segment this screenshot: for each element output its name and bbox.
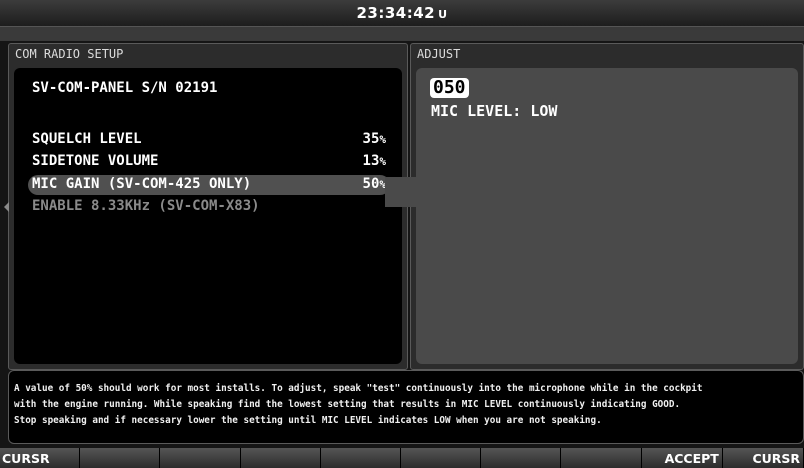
softkey-4[interactable] bbox=[240, 448, 321, 468]
setting-squelch-level[interactable]: SQUELCH LEVEL 35% bbox=[28, 130, 390, 150]
help-line: with the engine running. While speaking … bbox=[14, 399, 681, 410]
setting-label: SQUELCH LEVEL bbox=[32, 131, 142, 147]
setting-value: 50% bbox=[362, 176, 386, 192]
softkey-accept[interactable]: ACCEPT bbox=[641, 448, 723, 468]
status-bar: 23:34:42 U bbox=[0, 0, 804, 27]
serial-number: SV-COM-PANEL S/N 02191 bbox=[32, 80, 218, 96]
softkey-5[interactable] bbox=[320, 448, 402, 468]
selection-pointer-icon bbox=[4, 202, 9, 212]
clock-suffix: U bbox=[438, 8, 448, 21]
clock-time: 23:34:42 bbox=[356, 4, 436, 22]
adjust-panel: ADJUST 050 MIC LEVEL: LOW bbox=[410, 43, 804, 370]
softkey-bar: CURSR ACCEPT CURSR bbox=[0, 448, 804, 468]
panel-title: ADJUST bbox=[417, 47, 461, 61]
softkey-6[interactable] bbox=[401, 448, 482, 468]
softkey-2[interactable] bbox=[80, 448, 161, 468]
softkey-7[interactable] bbox=[481, 448, 562, 468]
setting-enable-833khz[interactable]: ENABLE 8.33KHz (SV-COM-X83) bbox=[28, 197, 390, 217]
mic-level-status: MIC LEVEL: LOW bbox=[431, 102, 558, 120]
setting-value: 13% bbox=[362, 153, 386, 169]
adjust-value[interactable]: 050 bbox=[430, 78, 469, 98]
setting-mic-gain[interactable]: MIC GAIN (SV-COM-425 ONLY) 50% bbox=[28, 175, 390, 195]
help-text-box: A value of 50% should work for most inst… bbox=[8, 370, 804, 444]
clock: 23:34:42 U bbox=[356, 4, 447, 22]
setting-label: SIDETONE VOLUME bbox=[32, 153, 159, 169]
adjust-area: 050 MIC LEVEL: LOW bbox=[416, 68, 798, 364]
help-line: Stop speaking and if necessary lower the… bbox=[14, 415, 602, 426]
status-strip bbox=[0, 27, 804, 41]
com-radio-setup-panel: COM RADIO SETUP SV-COM-PANEL S/N 02191 S… bbox=[8, 43, 408, 370]
setting-label: MIC GAIN (SV-COM-425 ONLY) bbox=[32, 176, 252, 192]
softkey-8[interactable] bbox=[561, 448, 642, 468]
softkey-3[interactable] bbox=[160, 448, 241, 468]
softkey-10-cursr[interactable]: CURSR bbox=[722, 448, 804, 468]
panel-title: COM RADIO SETUP bbox=[15, 47, 124, 61]
help-line: A value of 50% should work for most inst… bbox=[14, 383, 703, 394]
softkey-1-cursr[interactable]: CURSR bbox=[0, 448, 81, 468]
setting-sidetone-volume[interactable]: SIDETONE VOLUME 13% bbox=[28, 152, 390, 172]
setting-value: 35% bbox=[362, 131, 386, 147]
setup-list: SV-COM-PANEL S/N 02191 SQUELCH LEVEL 35%… bbox=[14, 68, 402, 364]
selection-connector bbox=[385, 177, 421, 207]
setting-label: ENABLE 8.33KHz (SV-COM-X83) bbox=[32, 198, 260, 214]
